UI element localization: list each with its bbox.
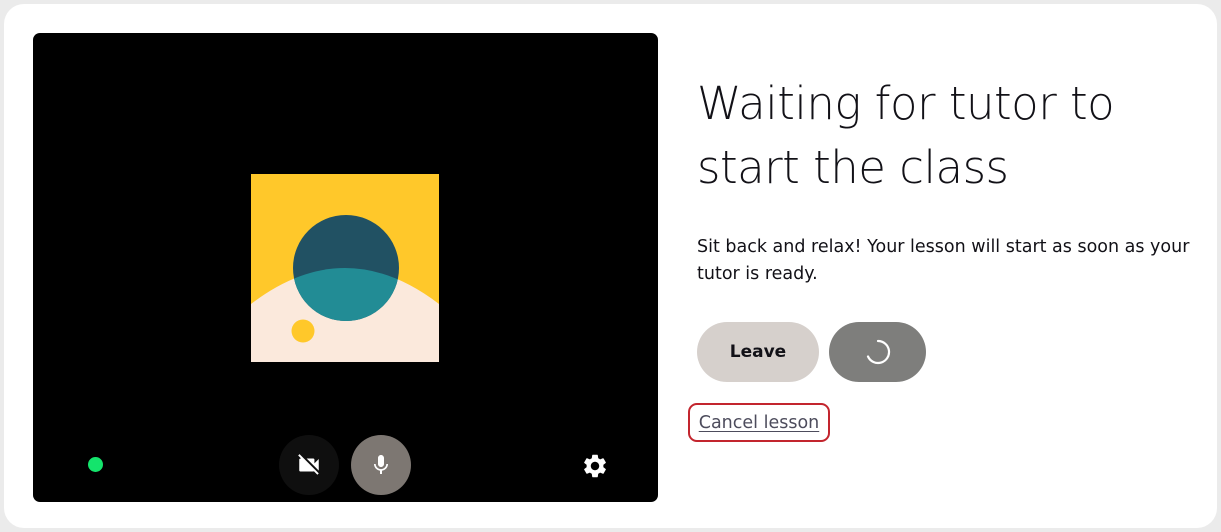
video-off-icon <box>298 454 319 475</box>
cancel-lesson-focus-ring: Cancel lesson <box>688 403 830 442</box>
camera-toggle-button[interactable] <box>279 435 339 495</box>
settings-button[interactable] <box>580 451 610 481</box>
spinner-icon <box>866 339 890 365</box>
microphone-icon <box>374 455 388 474</box>
tutor-avatar <box>251 174 439 362</box>
cancel-lesson-link[interactable]: Cancel lesson <box>699 413 820 433</box>
leave-button[interactable]: Leave <box>697 322 819 382</box>
connection-status-indicator <box>88 457 103 472</box>
join-loading-button[interactable] <box>829 322 926 382</box>
microphone-toggle-button[interactable] <box>351 435 411 495</box>
page-title: Waiting for tutor to start the class <box>697 77 1115 194</box>
gear-icon <box>584 454 606 478</box>
page-description: Sit back and relax! Your lesson will sta… <box>697 237 1190 284</box>
video-preview <box>33 33 658 502</box>
